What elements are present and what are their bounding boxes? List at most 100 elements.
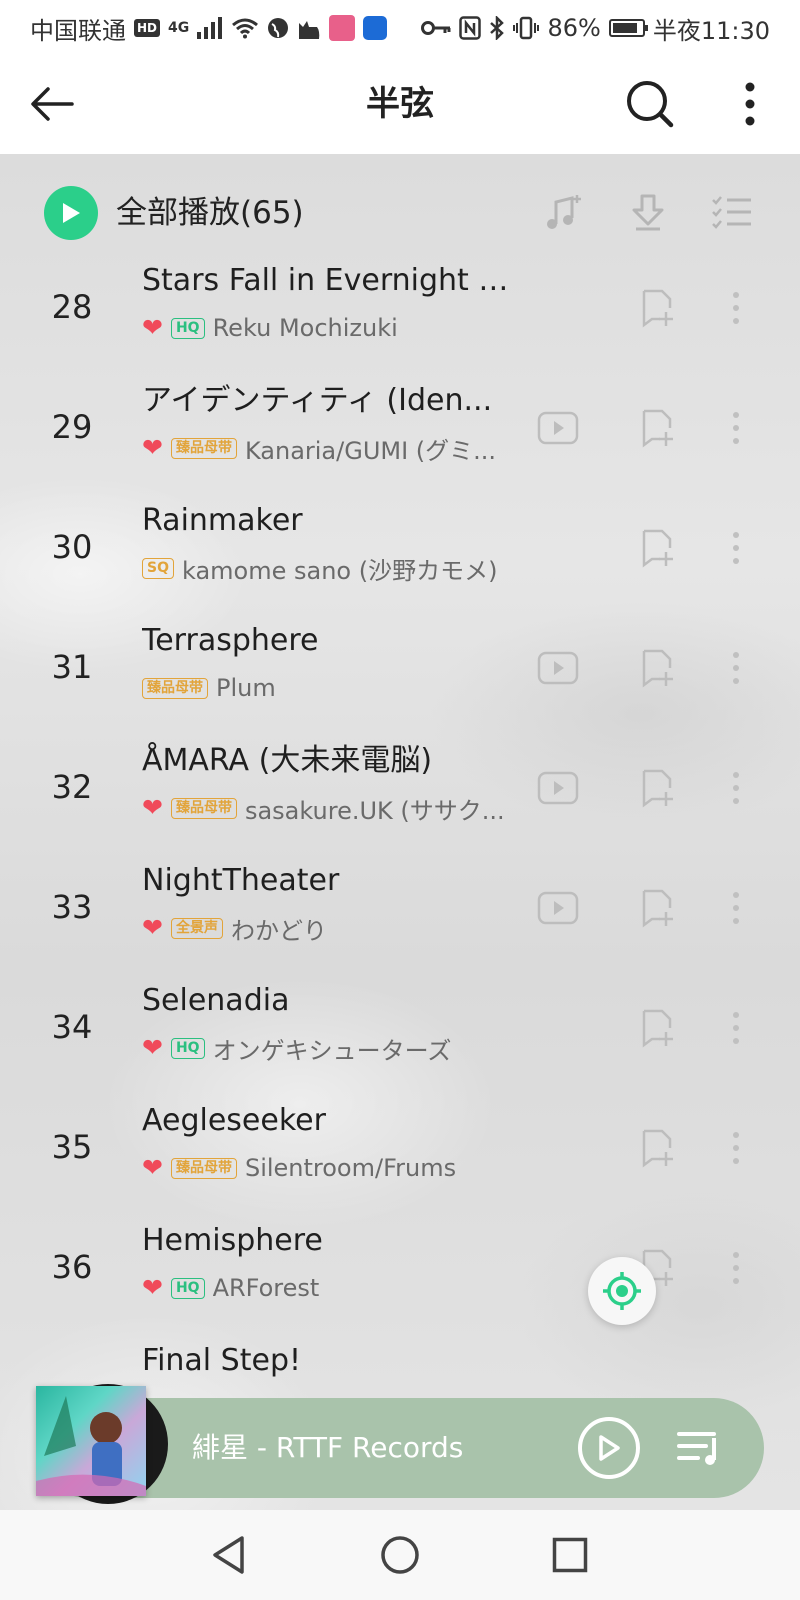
heart-icon[interactable]: ❤ xyxy=(142,793,163,823)
song-row[interactable]: 36 Hemisphere ❤ HQ ARForest xyxy=(0,1210,800,1332)
song-more-button[interactable] xyxy=(720,884,752,932)
wifi-icon xyxy=(232,18,259,39)
song-title: NightTheater xyxy=(142,863,340,898)
add-to-playlist-button[interactable] xyxy=(636,404,680,452)
bookmark-add-icon xyxy=(642,1009,673,1048)
heart-icon[interactable]: ❤ xyxy=(142,433,163,463)
bookmark-add-icon xyxy=(642,1129,673,1168)
song-title: Final Step! xyxy=(142,1343,302,1378)
mv-button[interactable] xyxy=(536,646,580,690)
quality-badge: HQ xyxy=(170,1037,205,1059)
song-row[interactable]: 33 NightTheater ❤ 全景声 わかどり xyxy=(0,850,800,972)
heart-icon[interactable]: ❤ xyxy=(142,1273,163,1303)
mv-button[interactable] xyxy=(536,766,580,810)
add-to-playlist-button[interactable] xyxy=(636,1004,680,1052)
more-vertical-icon xyxy=(733,1252,739,1284)
back-button[interactable] xyxy=(24,76,80,132)
song-row[interactable]: 34 Selenadia ❤ HQ オンゲキシューターズ xyxy=(0,970,800,1092)
page-title: 半弦 xyxy=(366,84,434,124)
play-all-label[interactable]: 全部播放(65) xyxy=(116,190,304,236)
song-row[interactable]: 28 Stars Fall in Evernight City ❤ HQ Reku Mo… xyxy=(0,250,800,372)
mv-button[interactable] xyxy=(536,886,580,930)
video-play-icon xyxy=(537,771,579,805)
video-play-icon xyxy=(537,651,579,685)
mv-button[interactable] xyxy=(536,406,580,450)
song-artist: kamome sano (沙野カモメ) xyxy=(181,556,498,585)
song-meta: SQ kamome sano (沙野カモメ) xyxy=(142,550,522,586)
song-title: ÅMARA (大未来電脳) xyxy=(142,743,433,778)
song-title: Hemisphere xyxy=(142,1223,323,1258)
now-playing-text[interactable]: 緋星 - RTTF Records xyxy=(192,1424,463,1472)
battery-icon xyxy=(608,19,648,37)
bookmark-add-icon xyxy=(642,769,673,808)
add-to-playlist-button[interactable] xyxy=(636,284,680,332)
arrow-left-icon xyxy=(31,87,74,121)
song-title: Terrasphere xyxy=(142,623,319,658)
heart-icon[interactable]: ❤ xyxy=(142,313,163,343)
bookmark-add-icon xyxy=(642,289,673,328)
nav-home-button[interactable] xyxy=(375,1530,425,1580)
song-more-button[interactable] xyxy=(720,1124,752,1172)
carrier-label: 中国联通 xyxy=(30,16,126,45)
bookmark-add-icon xyxy=(642,409,673,448)
heart-icon[interactable]: ❤ xyxy=(142,913,163,943)
quality-badge: 臻品母带 xyxy=(142,677,208,699)
vibrate-icon xyxy=(513,16,540,40)
song-row[interactable]: 35 Aegleseeker ❤ 臻品母带 Silentroom/Frums xyxy=(0,1090,800,1212)
song-more-button[interactable] xyxy=(720,764,752,812)
quality-badge: 臻品母带 xyxy=(170,1157,237,1179)
add-to-playlist-button[interactable] xyxy=(636,764,680,812)
search-button[interactable] xyxy=(622,76,678,132)
play-circle-icon xyxy=(63,203,80,223)
song-more-button[interactable] xyxy=(720,1004,752,1052)
song-row[interactable]: 31 Terrasphere 臻品母带 Plum xyxy=(0,610,800,732)
song-row[interactable]: 30 Rainmaker SQ kamome sano (沙野カモメ) xyxy=(0,490,800,612)
song-list-area[interactable]: 全部播放(65) 28 Stars Fall in Evernight City ❤… xyxy=(0,154,800,1510)
shield-icon xyxy=(363,16,388,40)
album-art[interactable] xyxy=(36,1386,146,1496)
bookmark-add-icon xyxy=(642,529,673,568)
multi-select-button[interactable] xyxy=(708,188,756,236)
song-number: 36 xyxy=(51,1248,93,1286)
song-more-button[interactable] xyxy=(720,284,752,332)
song-more-button[interactable] xyxy=(720,404,752,452)
song-meta: ❤ 臻品母带 Silentroom/Frums xyxy=(142,1150,522,1186)
play-all-button[interactable] xyxy=(44,186,98,240)
play-queue-button[interactable] xyxy=(674,1422,726,1474)
more-vertical-icon xyxy=(733,652,739,684)
more-options-button[interactable] xyxy=(722,76,778,132)
player-play-button[interactable] xyxy=(578,1417,640,1479)
more-vertical-icon xyxy=(733,772,739,804)
song-more-button[interactable] xyxy=(720,644,752,692)
video-play-icon xyxy=(537,411,579,445)
heart-icon[interactable]: ❤ xyxy=(142,1153,163,1183)
locate-current-button[interactable] xyxy=(588,1257,656,1325)
playlist-icon xyxy=(677,1432,716,1465)
bookmark-add-icon xyxy=(642,889,673,928)
add-to-playlist-button[interactable] xyxy=(636,884,680,932)
song-row[interactable]: 29 アイデンティティ (Iden... ❤ 臻品母带 Kanaria/GUMI (グミ… xyxy=(0,370,800,492)
song-more-button[interactable] xyxy=(720,1244,752,1292)
song-artist: sasakure.UK (ササク... xyxy=(244,796,505,825)
bookmark-add-icon xyxy=(642,649,673,688)
song-number: 31 xyxy=(51,648,93,686)
song-artist: ARForest xyxy=(212,1274,320,1302)
quality-badge: 臻品母带 xyxy=(170,437,237,459)
app-notification-icon xyxy=(329,15,356,41)
song-artist: Silentroom/Frums xyxy=(244,1154,457,1182)
heart-icon[interactable]: ❤ xyxy=(142,1033,163,1063)
download-button[interactable] xyxy=(624,188,672,236)
add-to-playlist-button[interactable] xyxy=(636,644,680,692)
add-music-button[interactable] xyxy=(540,188,588,236)
add-to-playlist-button[interactable] xyxy=(636,1124,680,1172)
song-more-button[interactable] xyxy=(720,524,752,572)
song-artist: Reku Mochizuki xyxy=(212,314,398,342)
song-title: Rainmaker xyxy=(142,503,303,538)
nav-recents-button[interactable] xyxy=(545,1530,595,1580)
song-row[interactable]: 32 ÅMARA (大未来電脳) ❤ 臻品母带 sasakure.UK (ササク... xyxy=(0,730,800,852)
nfc-icon xyxy=(459,16,482,40)
nav-back-button[interactable] xyxy=(204,1530,254,1580)
locate-icon xyxy=(603,1272,641,1310)
add-to-playlist-button[interactable] xyxy=(636,524,680,572)
song-number: 35 xyxy=(51,1128,93,1166)
